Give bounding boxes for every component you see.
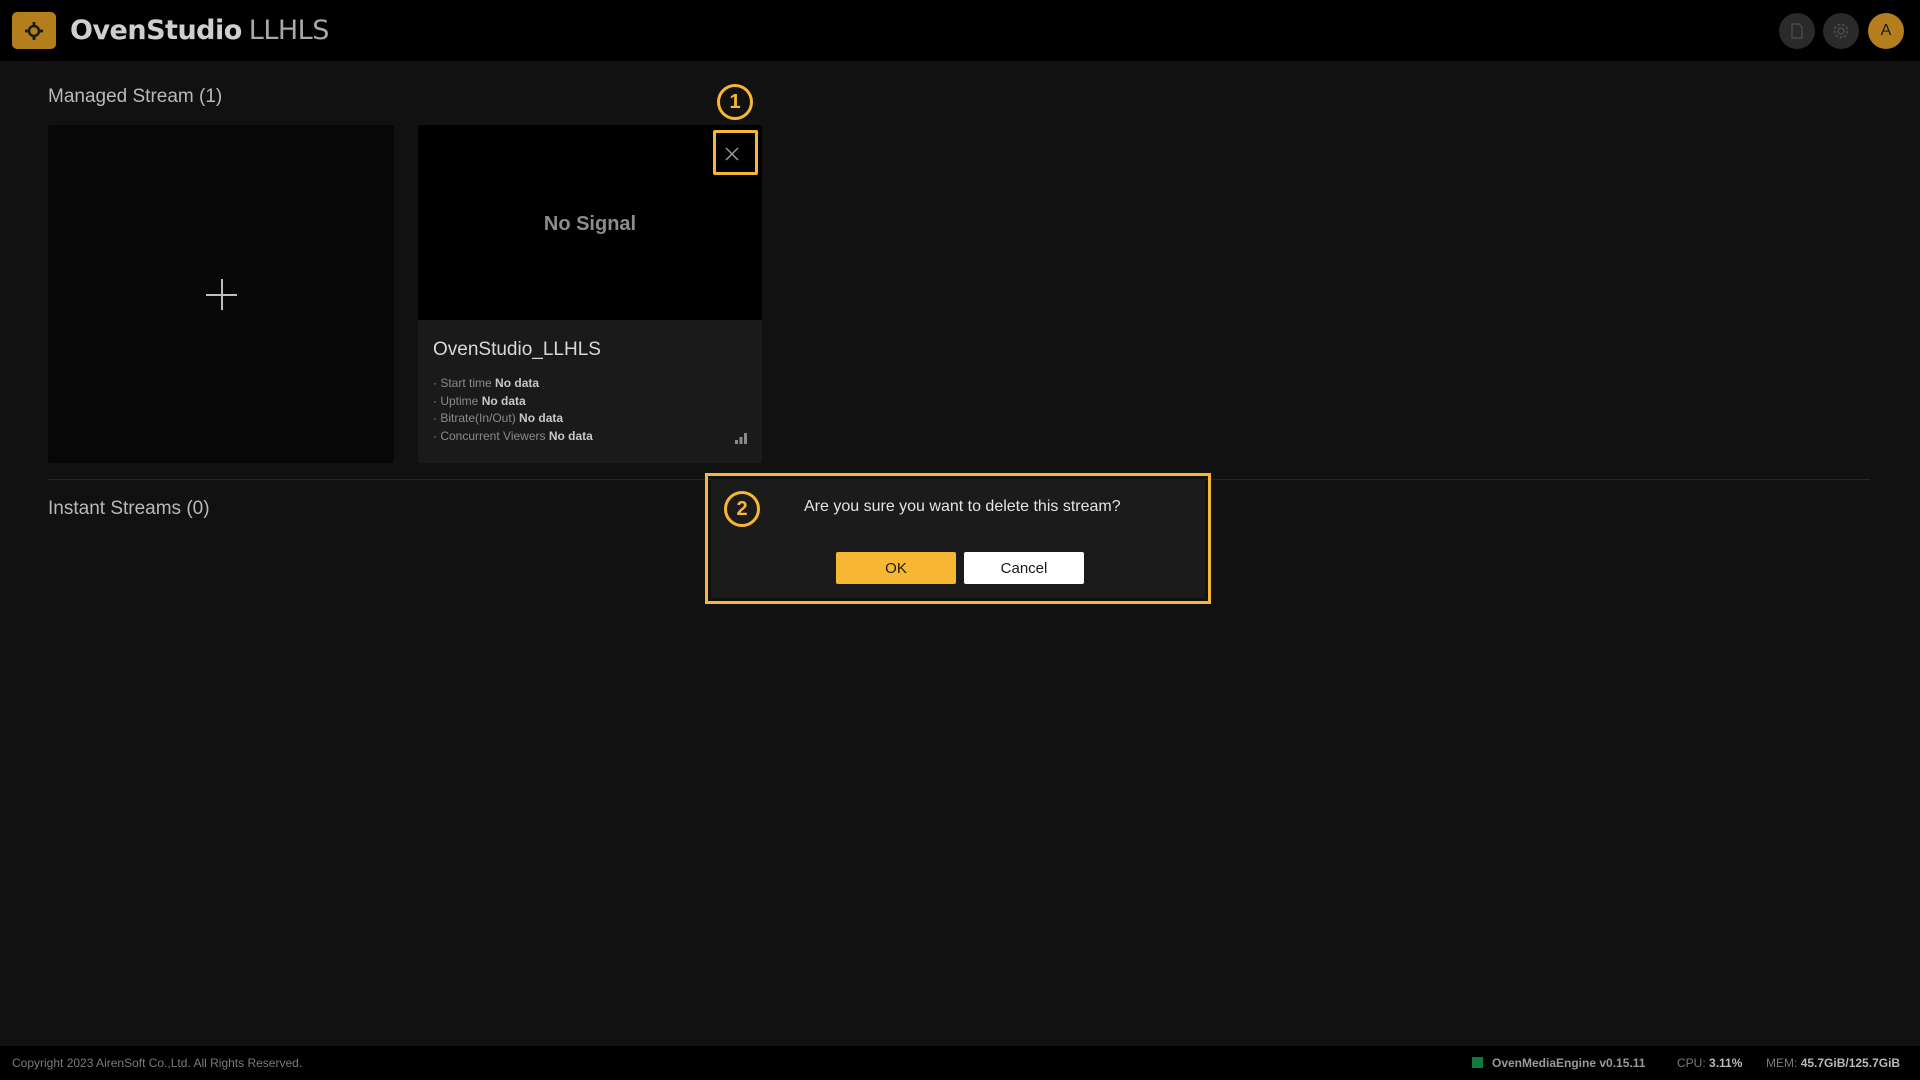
stat-value: No data (548, 428, 593, 443)
stat-label: · Bitrate(In/Out) (433, 411, 516, 425)
confirm-delete-dialog: 2 Are you sure you want to delete this s… (711, 479, 1205, 598)
stream-name: OvenStudio_LLHLS (433, 339, 601, 360)
stream-card[interactable]: No Signal OvenStudio_LLHLS · Start time … (418, 125, 762, 463)
stat-value: No data (481, 393, 526, 408)
stat-value: No data (519, 411, 564, 425)
gear-icon (1833, 23, 1849, 39)
engine-version: OvenMediaEngine v0.15.11 (1492, 1056, 1646, 1070)
document-icon (1791, 23, 1803, 39)
managed-stream-title: Managed Stream (1) (48, 86, 223, 107)
status-footer: Copyright 2023 AirenSoft Co.,Ltd. All Ri… (0, 1046, 1920, 1080)
app-title: OvenStudio LLHLS (70, 12, 329, 49)
cpu-usage: CPU: 3.11% (1677, 1056, 1742, 1070)
stat-label: · Uptime (433, 393, 479, 408)
stream-preview: No Signal (418, 125, 762, 320)
copyright-text: Copyright 2023 AirenSoft Co.,Ltd. All Ri… (12, 1056, 303, 1070)
stat-label: · Start time (433, 376, 492, 390)
stat-viewers: · Concurrent Viewers No data (433, 429, 593, 447)
annotation-highlight-close (713, 130, 758, 175)
stream-stats: · Start time No data · Uptime No data · … (433, 376, 593, 446)
cpu-label: CPU: (1677, 1056, 1706, 1070)
annotation-step-2: 2 (724, 491, 760, 527)
logo-icon (24, 21, 44, 40)
stat-bitrate: · Bitrate(In/Out) No data (433, 411, 593, 429)
document-button[interactable] (1779, 13, 1815, 49)
app-logo[interactable] (12, 12, 56, 49)
signal-bars-icon[interactable] (734, 431, 748, 445)
cancel-button[interactable]: Cancel (964, 552, 1084, 584)
annotation-step-1: 1 (717, 84, 753, 120)
settings-button[interactable] (1823, 13, 1859, 49)
brand-name: OvenStudio (70, 15, 242, 46)
no-signal-text: No Signal (543, 213, 637, 235)
top-header: OvenStudio LLHLS A (0, 0, 1920, 61)
stat-uptime: · Uptime No data (433, 394, 593, 412)
stat-label: · Concurrent Viewers (433, 428, 546, 443)
memory-usage: MEM: 45.7GiB/125.7GiB (1766, 1056, 1900, 1070)
stat-start-time: · Start time No data (433, 376, 593, 394)
instant-streams-title: Instant Streams (0) (48, 498, 210, 519)
add-stream-card[interactable] (48, 125, 394, 463)
plus-icon-vertical (221, 279, 223, 310)
dialog-message: Are you sure you want to delete this str… (804, 498, 1121, 515)
user-avatar[interactable]: A (1868, 13, 1904, 49)
stat-value: No data (495, 376, 540, 390)
mem-value: 45.7GiB/125.7GiB (1800, 1056, 1901, 1070)
engine-status-indicator (1472, 1057, 1483, 1068)
cpu-value: 3.11% (1709, 1056, 1743, 1070)
brand-product: LLHLS (248, 15, 330, 46)
mem-label: MEM: (1766, 1056, 1798, 1070)
ok-button[interactable]: OK (836, 552, 956, 584)
